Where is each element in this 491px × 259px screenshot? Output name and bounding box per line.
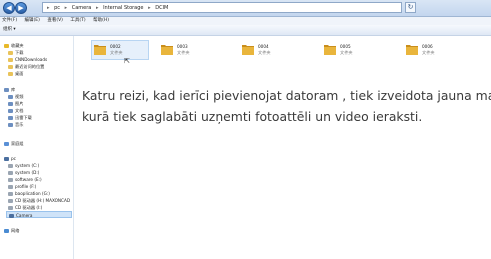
drive-icon: [8, 178, 13, 182]
homegroup-icon: [4, 142, 9, 146]
organize-button[interactable]: 组织 ▾: [3, 27, 16, 32]
sidebar-item-videos[interactable]: 视频: [8, 93, 23, 100]
menu-help[interactable]: 帮助(H): [93, 18, 109, 23]
folder-icon: [8, 72, 13, 76]
library-icon: [8, 116, 13, 120]
chevron-right-icon: ▸: [148, 5, 151, 11]
address-bar[interactable]: ▸ pc ▸ Camera ▸ Internal Storage ▸ DCIM: [42, 2, 402, 13]
caption-line-2: kurā tiek saglabāti uzņemti fotoattēli u…: [82, 109, 423, 124]
folder-item-0005[interactable]: 0005 文件夹: [323, 40, 393, 62]
camera-icon: [9, 214, 14, 218]
sidebar-item-drive-e[interactable]: software (E:): [8, 176, 42, 183]
menu-tools[interactable]: 工具(T): [70, 18, 85, 23]
sidebar-item-downloads[interactable]: 下载: [8, 49, 23, 56]
library-icon: [8, 95, 13, 99]
caption-line-1: Katru reizi, kad ierīci pievienojat dato…: [82, 88, 491, 103]
mouse-cursor-icon: ⇱: [124, 57, 130, 65]
folder-icon: [8, 65, 13, 69]
folder-name: 0003: [177, 44, 188, 49]
sidebar-item-cnndownloads[interactable]: CNNDownloads: [8, 56, 47, 63]
sidebar-item-documents[interactable]: 文档: [8, 107, 23, 114]
chevron-right-icon: ▸: [64, 5, 68, 11]
disc-drive-icon: [8, 199, 13, 203]
sidebar-item-recent[interactable]: 最近访问的位置: [8, 63, 44, 70]
chevron-right-icon: ▸: [47, 5, 50, 11]
folder-icon: [161, 45, 173, 55]
drive-icon: [8, 185, 13, 189]
sidebar-item-camera[interactable]: Camera: [6, 211, 72, 218]
sidebar-item-drive-i[interactable]: CD 驱动器 (I:): [8, 204, 42, 211]
folder-name: 0002: [110, 44, 121, 49]
folder-item-0004[interactable]: 0004 文件夹: [241, 40, 311, 62]
drive-icon: [8, 171, 13, 175]
sidebar-item-homegroup[interactable]: 家庭组: [4, 140, 24, 147]
star-icon: [4, 44, 9, 48]
refresh-button[interactable]: ↻: [405, 2, 416, 13]
menu-view[interactable]: 查看(V): [47, 18, 63, 23]
menu-bar: 文件(F) 编辑(E) 查看(V) 工具(T) 帮助(H): [0, 17, 491, 25]
instruction-caption: Katru reizi, kad ierīci pievienojat dato…: [82, 85, 491, 127]
folder-name: 0006: [422, 44, 433, 49]
sidebar-item-computer[interactable]: pc: [4, 155, 16, 162]
sidebar-item-drive-d[interactable]: system (D:): [8, 169, 39, 176]
library-icon: [8, 109, 13, 113]
sidebar-item-desktop[interactable]: 桌面: [8, 70, 23, 77]
drive-icon: [8, 192, 13, 196]
disc-drive-icon: [8, 206, 13, 210]
back-button[interactable]: ◀: [3, 2, 15, 14]
folder-item-0006[interactable]: 0006 文件夹: [405, 40, 475, 62]
folder-icon: [324, 45, 336, 55]
chevron-right-icon: ▸: [95, 5, 99, 11]
sidebar-item-pictures[interactable]: 图片: [8, 100, 23, 107]
folder-type: 文件夹: [258, 50, 271, 55]
breadcrumb-internal-storage[interactable]: Internal Storage: [103, 5, 143, 11]
sidebar-item-libraries[interactable]: 库: [4, 86, 15, 93]
menu-edit[interactable]: 编辑(E): [25, 18, 40, 23]
menu-file[interactable]: 文件(F): [2, 18, 17, 23]
folder-type: 文件夹: [340, 50, 353, 55]
sidebar-item-network[interactable]: 网络: [4, 227, 19, 234]
refresh-icon: ↻: [407, 3, 414, 11]
library-icon: [4, 88, 9, 92]
library-icon: [8, 123, 13, 127]
folder-name: 0004: [258, 44, 269, 49]
sidebar-item-xunlei[interactable]: 迅雷下载: [8, 114, 32, 121]
sidebar-item-music[interactable]: 音乐: [8, 121, 23, 128]
breadcrumb-camera[interactable]: Camera: [72, 5, 92, 11]
breadcrumb-dcim[interactable]: DCIM: [155, 5, 168, 11]
library-icon: [8, 102, 13, 106]
folder-icon: [242, 45, 254, 55]
folder-icon: [406, 45, 418, 55]
breadcrumb-pc[interactable]: pc: [54, 5, 60, 11]
sidebar-item-drive-h[interactable]: CD 驱动器 (H:) MAXONCAD: [8, 197, 70, 204]
navigation-pane: 收藏夹 下载 CNNDownloads 最近访问的位置 桌面 库 视频 图片 文…: [0, 36, 74, 259]
folder-icon: [8, 51, 13, 55]
network-icon: [4, 229, 9, 233]
sidebar-item-drive-g[interactable]: baoplication (G:): [8, 190, 50, 197]
folder-icon: [8, 58, 13, 62]
command-bar: 组织 ▾: [0, 25, 491, 36]
forward-button[interactable]: ▶: [15, 2, 27, 14]
computer-icon: [4, 157, 9, 161]
sidebar-item-favorites[interactable]: 收藏夹: [4, 42, 24, 49]
sidebar-item-drive-c[interactable]: system (C:): [8, 162, 39, 169]
folder-name: 0005: [340, 44, 351, 49]
drive-icon: [8, 164, 13, 168]
folder-type: 文件夹: [177, 50, 190, 55]
folder-item-0003[interactable]: 0003 文件夹: [160, 40, 230, 62]
folder-type: 文件夹: [422, 50, 435, 55]
sidebar-item-drive-f[interactable]: profile (F:): [8, 183, 36, 190]
title-bar: ◀ ▶ ▸ pc ▸ Camera ▸ Internal Storage ▸ D…: [0, 0, 491, 17]
folder-type: 文件夹: [110, 50, 123, 55]
folder-icon: [94, 45, 106, 55]
